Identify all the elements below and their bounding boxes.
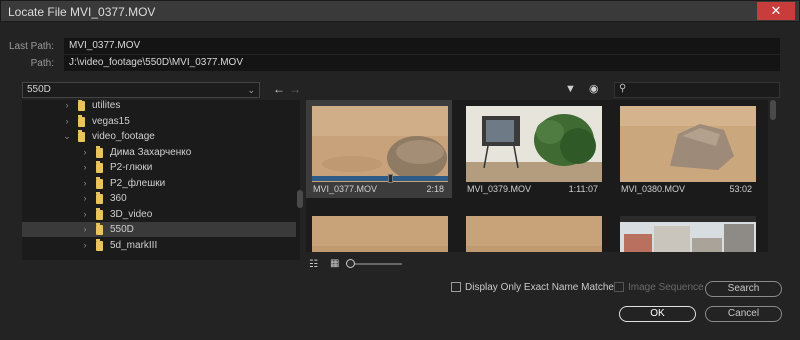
forward-arrow-icon[interactable]: → — [289, 82, 301, 96]
chevron-right-icon[interactable]: › — [80, 160, 90, 175]
path-label: Path: — [30, 58, 54, 69]
tree-item-label: 5d_markIII — [110, 239, 158, 251]
scrub-handle[interactable] — [387, 174, 393, 183]
search-icon: ⚲ — [619, 83, 627, 94]
tree-item[interactable]: › 5d_markIII — [22, 238, 296, 253]
folder-select-value: 550D — [27, 84, 51, 95]
chevron-right-icon[interactable]: › — [80, 238, 90, 253]
search-input[interactable]: ⚲ — [614, 82, 780, 98]
scrub-bar[interactable] — [312, 174, 448, 183]
thumbnail-card[interactable] — [306, 210, 452, 252]
title-bar: Locate File MVI_0377.MOV ✕ — [0, 0, 800, 22]
folder-icon — [96, 238, 103, 251]
tree-item[interactable]: › P2_флешки — [22, 176, 296, 191]
thumbnail-card[interactable] — [460, 210, 606, 252]
path-field[interactable]: J:\video_footage\550D\MVI_0377.MOV — [64, 55, 780, 71]
thumbnail-duration: 2:18 — [426, 184, 444, 194]
thumbnail-card[interactable]: MVI_0377.MOV 2:18 — [306, 100, 452, 198]
tree-item-label: P2-глюки — [110, 162, 153, 173]
tree-item[interactable]: › vegas15 — [22, 114, 296, 129]
image-sequence-label: Image Sequence — [628, 282, 704, 293]
thumbnail-name: MVI_0379.MOV — [467, 184, 532, 194]
cancel-button[interactable]: Cancel — [705, 306, 782, 322]
folder-select[interactable]: 550D ⌄ — [22, 82, 260, 98]
eye-icon[interactable]: ◉ — [589, 82, 599, 95]
grid-scrollbar[interactable] — [770, 100, 776, 120]
thumbnail-image — [466, 216, 602, 252]
chevron-right-icon[interactable]: › — [80, 191, 90, 206]
thumbnail-duration: 53:02 — [729, 184, 752, 194]
chevron-right-icon[interactable]: › — [80, 222, 90, 237]
chevron-right-icon[interactable]: › — [80, 145, 90, 160]
thumbnail-image — [312, 216, 448, 252]
exact-match-checkbox[interactable] — [451, 282, 461, 292]
thumbnail-image — [620, 216, 756, 252]
chevron-right-icon[interactable]: › — [80, 176, 90, 191]
tree-item[interactable]: › 360 — [22, 191, 296, 206]
folder-icon — [78, 114, 85, 127]
thumbnail-image — [312, 106, 448, 182]
tree-item[interactable]: › 3D_video — [22, 207, 296, 222]
tree-item[interactable]: › 550D — [22, 222, 296, 237]
tree-item-label: vegas15 — [92, 115, 130, 127]
tree-item-label: 360 — [110, 193, 127, 204]
tree-item-label: video_footage — [92, 131, 155, 142]
thumbnail-card[interactable]: MVI_0380.MOV 53:02 — [614, 100, 760, 198]
folder-icon — [78, 130, 85, 142]
ok-button[interactable]: OK — [619, 306, 696, 322]
tree-item-label: P2_флешки — [110, 177, 166, 189]
icon-view-icon[interactable]: ▦ — [330, 258, 339, 269]
thumbnail-card[interactable]: MVI_0379.MOV 1:11:07 — [460, 100, 606, 198]
exact-match-label: Display Only Exact Name Matches — [465, 282, 619, 293]
list-view-icon[interactable]: ☷ — [309, 259, 318, 270]
filter-icon[interactable]: ▼ — [565, 83, 576, 95]
folder-icon — [96, 145, 103, 158]
folder-icon — [96, 192, 103, 204]
close-icon: ✕ — [770, 3, 782, 18]
tree-item[interactable]: › utilites — [22, 100, 296, 113]
last-path-field: MVI_0377.MOV — [64, 38, 780, 54]
window-title: Locate File MVI_0377.MOV — [8, 5, 156, 19]
folder-tree[interactable]: › utilites › vegas15 ⌄ video_footage › Дима Зах… — [22, 100, 300, 260]
tree-item[interactable]: ⌄ video_footage — [22, 129, 296, 144]
thumbnail-name: MVI_0380.MOV — [621, 184, 686, 194]
close-button[interactable]: ✕ — [757, 2, 795, 20]
thumbnail-image — [466, 106, 602, 182]
tree-item-label: utilites — [92, 100, 121, 111]
thumbnail-card[interactable] — [614, 210, 760, 252]
thumbnail-image — [620, 106, 756, 182]
thumbnail-grid: MVI_0377.MOV 2:18 MVI_0379.MOV 1:11:07 MVI_0… — [306, 100, 768, 252]
tree-item-label: 3D_video — [110, 208, 153, 220]
chevron-down-icon[interactable]: ⌄ — [62, 129, 72, 144]
folder-icon — [78, 100, 85, 111]
chevron-right-icon[interactable]: › — [80, 207, 90, 222]
zoom-slider[interactable] — [352, 263, 402, 265]
tree-item-label: Дима Захарченко — [110, 146, 192, 158]
thumbnail-duration: 1:11:07 — [568, 184, 598, 194]
chevron-down-icon: ⌄ — [247, 85, 255, 95]
thumbnail-name: MVI_0377.MOV — [313, 184, 378, 194]
folder-icon — [96, 161, 103, 173]
zoom-slider-knob[interactable] — [346, 259, 355, 268]
tree-item[interactable]: › P2-глюки — [22, 160, 296, 175]
image-sequence-checkbox[interactable] — [614, 282, 624, 292]
folder-icon — [96, 207, 103, 220]
tree-item-label: 550D — [110, 224, 134, 235]
chevron-right-icon[interactable]: › — [62, 100, 72, 113]
folder-icon — [96, 223, 103, 235]
chevron-right-icon[interactable]: › — [62, 114, 72, 129]
folder-icon — [96, 176, 103, 189]
tree-item[interactable]: › Дима Захарченко — [22, 145, 296, 160]
back-arrow-icon[interactable]: ← — [273, 82, 285, 96]
tree-scrollbar[interactable] — [297, 190, 303, 208]
search-button[interactable]: Search — [705, 281, 782, 297]
last-path-label: Last Path: — [8, 41, 54, 52]
